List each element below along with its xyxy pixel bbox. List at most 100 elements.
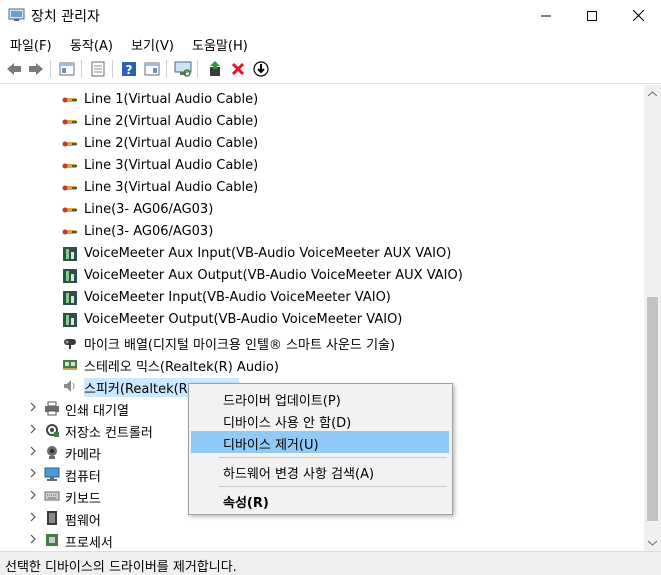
menu-view[interactable]: 보기(V) bbox=[128, 35, 177, 54]
category-label: 펌웨어 bbox=[65, 514, 101, 529]
device-manager-icon bbox=[8, 8, 25, 21]
device-row[interactable]: Line 1(Virtual Audio Cable) bbox=[1, 89, 644, 111]
audio-line-icon bbox=[62, 229, 77, 235]
show-hide-tree-button[interactable] bbox=[57, 59, 77, 79]
menu-separator bbox=[219, 486, 447, 487]
device-label: VoiceMeeter Output(VB-Audio VoiceMeeter … bbox=[84, 312, 403, 327]
device-label: Line 3(Virtual Audio Cable) bbox=[84, 180, 259, 195]
camera-icon bbox=[47, 446, 57, 459]
device-label: Line 2(Virtual Audio Cable) bbox=[84, 136, 259, 151]
device-row[interactable]: VoiceMeeter Input(VB-Audio VoiceMeeter V… bbox=[1, 287, 644, 309]
device-row[interactable]: Line 3(Virtual Audio Cable) bbox=[1, 155, 644, 177]
device-label: 스테레오 믹스(Realtek(R) Audio) bbox=[84, 360, 279, 375]
menu-file[interactable]: 파일(F) bbox=[7, 35, 55, 54]
device-row[interactable]: 마이크 배열(디지털 마이크용 인텔® 스마트 사운드 기술) bbox=[1, 331, 644, 353]
chevron-right-icon[interactable] bbox=[27, 533, 39, 545]
toolbar-separator bbox=[112, 60, 113, 78]
toolbar: ? bbox=[0, 56, 661, 84]
forward-arrow-icon bbox=[29, 63, 43, 75]
menu-item-label: 속성(R) bbox=[223, 496, 269, 511]
help-icon: ? bbox=[122, 62, 136, 77]
chevron-right-icon[interactable] bbox=[27, 423, 39, 435]
menu-properties[interactable]: 속성(R) bbox=[191, 489, 449, 511]
menu-separator bbox=[219, 457, 447, 458]
chevron-up-icon bbox=[648, 90, 657, 96]
uninstall-icon bbox=[231, 62, 245, 76]
voicemeeter-icon bbox=[63, 269, 77, 283]
uninstall-device-button[interactable] bbox=[228, 59, 248, 79]
device-row[interactable]: Line 2(Virtual Audio Cable) bbox=[1, 133, 644, 155]
voicemeeter-icon bbox=[63, 291, 77, 305]
vertical-scrollbar[interactable] bbox=[644, 85, 661, 551]
toolbar-separator bbox=[197, 60, 198, 78]
device-label: Line 2(Virtual Audio Cable) bbox=[84, 114, 259, 129]
show-hide-tree-icon bbox=[59, 62, 75, 76]
menu-disable-device[interactable]: 디바이스 사용 안 함(D) bbox=[191, 409, 449, 431]
device-row[interactable]: Line(3- AG06/AG03) bbox=[1, 199, 644, 221]
scroll-up-button[interactable] bbox=[644, 85, 661, 102]
help-button[interactable]: ? bbox=[119, 59, 139, 79]
chevron-right-icon[interactable] bbox=[27, 445, 39, 457]
close-button[interactable] bbox=[615, 0, 661, 31]
device-row[interactable]: VoiceMeeter Aux Input(VB-Audio VoiceMeet… bbox=[1, 243, 644, 265]
toolbar-separator bbox=[81, 60, 82, 78]
chevron-right-icon[interactable] bbox=[27, 401, 39, 413]
audio-line-icon bbox=[62, 185, 77, 191]
menu-item-label: 드라이버 업데이트(P) bbox=[223, 394, 341, 409]
device-row[interactable]: Line(3- AG06/AG03) bbox=[1, 221, 644, 243]
properties-icon bbox=[91, 61, 105, 77]
device-label: Line(3- AG06/AG03) bbox=[84, 202, 214, 217]
firmware-icon bbox=[47, 511, 57, 525]
window-title: 장치 관리자 bbox=[31, 9, 100, 25]
scan-hardware-icon bbox=[174, 61, 192, 77]
back-button[interactable] bbox=[4, 59, 24, 79]
chevron-down-icon bbox=[648, 540, 657, 546]
disable-device-button[interactable] bbox=[251, 59, 271, 79]
disable-icon bbox=[253, 61, 269, 77]
toolbar-separator bbox=[166, 60, 167, 78]
audio-line-icon bbox=[62, 207, 77, 213]
minimize-button[interactable] bbox=[523, 0, 569, 31]
audio-line-icon bbox=[62, 141, 77, 147]
category-label: 키보드 bbox=[65, 492, 101, 507]
menu-item-label: 디바이스 제거(U) bbox=[223, 438, 319, 453]
menu-help[interactable]: 도움말(H) bbox=[189, 35, 251, 54]
storage-controller-icon bbox=[46, 424, 59, 437]
scrollbar-thumb[interactable] bbox=[647, 297, 658, 521]
chevron-right-icon[interactable] bbox=[27, 467, 39, 479]
device-row[interactable]: VoiceMeeter Output(VB-Audio VoiceMeeter … bbox=[1, 309, 644, 331]
device-row[interactable]: Line 2(Virtual Audio Cable) bbox=[1, 111, 644, 133]
device-label: Line(3- AG06/AG03) bbox=[84, 224, 214, 239]
chevron-right-icon[interactable] bbox=[27, 489, 39, 501]
sound-card-icon bbox=[63, 360, 77, 370]
device-label: VoiceMeeter Aux Input(VB-Audio VoiceMeet… bbox=[84, 246, 452, 261]
menu-uninstall-device[interactable]: 디바이스 제거(U) bbox=[191, 431, 449, 453]
menu-action[interactable]: 동작(A) bbox=[67, 35, 116, 54]
device-label: Line 1(Virtual Audio Cable) bbox=[84, 92, 259, 107]
voicemeeter-icon bbox=[63, 247, 77, 261]
action-pane-button[interactable] bbox=[142, 59, 162, 79]
device-row[interactable]: Line 3(Virtual Audio Cable) bbox=[1, 177, 644, 199]
audio-line-icon bbox=[62, 119, 77, 125]
audio-line-icon bbox=[62, 97, 77, 103]
update-driver-button[interactable] bbox=[205, 59, 225, 79]
maximize-button[interactable] bbox=[569, 0, 615, 31]
menu-update-driver[interactable]: 드라이버 업데이트(P) bbox=[191, 387, 449, 409]
scan-hardware-button[interactable] bbox=[173, 59, 193, 79]
title-bar: 장치 관리자 bbox=[0, 0, 661, 31]
forward-button[interactable] bbox=[26, 59, 46, 79]
scroll-down-button[interactable] bbox=[644, 534, 661, 551]
status-text: 선택한 디바이스의 드라이버를 제거합니다. bbox=[5, 560, 237, 575]
printer-icon bbox=[45, 401, 59, 416]
properties-button[interactable] bbox=[88, 59, 108, 79]
device-row[interactable]: 스테레오 믹스(Realtek(R) Audio) bbox=[1, 353, 644, 375]
svg-text:?: ? bbox=[126, 63, 133, 77]
category-row-processors[interactable]: 프로세서 bbox=[1, 529, 644, 551]
device-label: VoiceMeeter Aux Output(VB-Audio VoiceMee… bbox=[84, 268, 463, 283]
status-bar: 선택한 디바이스의 드라이버를 제거합니다. bbox=[0, 551, 661, 575]
context-menu: 드라이버 업데이트(P) 디바이스 사용 안 함(D) 디바이스 제거(U) 하… bbox=[188, 383, 453, 515]
action-pane-icon bbox=[144, 62, 160, 76]
chevron-right-icon[interactable] bbox=[27, 511, 39, 523]
menu-scan-hardware[interactable]: 하드웨어 변경 사항 검색(A) bbox=[191, 460, 449, 482]
device-row[interactable]: VoiceMeeter Aux Output(VB-Audio VoiceMee… bbox=[1, 265, 644, 287]
